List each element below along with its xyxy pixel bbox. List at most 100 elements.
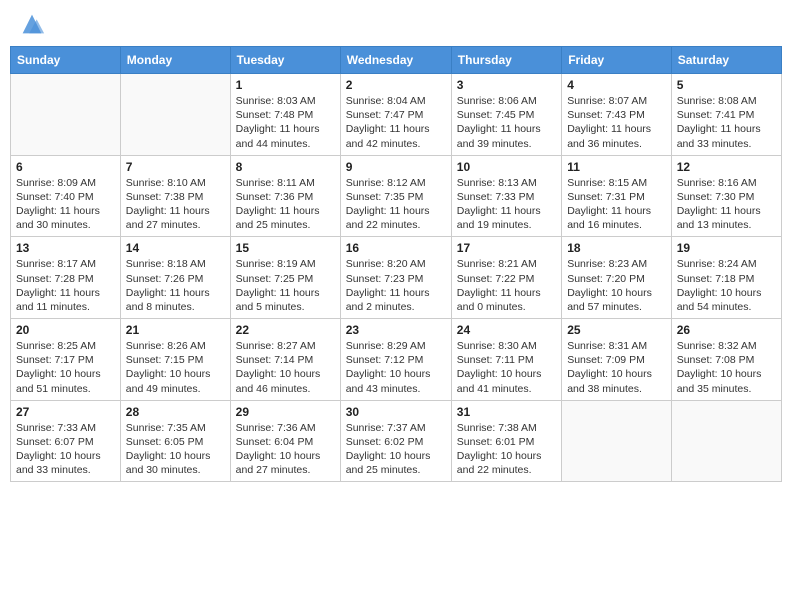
day-number: 19 <box>677 241 776 255</box>
day-content: Sunrise: 8:26 AM Sunset: 7:15 PM Dayligh… <box>126 339 225 396</box>
calendar-cell <box>11 74 121 156</box>
day-content: Sunrise: 8:20 AM Sunset: 7:23 PM Dayligh… <box>346 257 446 314</box>
calendar-table: SundayMondayTuesdayWednesdayThursdayFrid… <box>10 46 782 482</box>
day-number: 21 <box>126 323 225 337</box>
day-number: 16 <box>346 241 446 255</box>
calendar-cell: 15Sunrise: 8:19 AM Sunset: 7:25 PM Dayli… <box>230 237 340 319</box>
day-header-saturday: Saturday <box>671 47 781 74</box>
calendar-cell: 8 Sunrise: 8:11 AM Sunset: 7:36 PM Daylig… <box>230 155 340 237</box>
day-number: 23 <box>346 323 446 337</box>
calendar-cell: 31 Sunrise: 7:38 AM Sunset: 6:01 PM Dayli… <box>451 400 561 482</box>
day-content: Sunrise: 8:15 AM Sunset: 7:31 PM Dayligh… <box>567 176 666 233</box>
calendar-cell: 6 Sunrise: 8:09 AM Sunset: 7:40 PM Daylig… <box>11 155 121 237</box>
day-number: 22 <box>236 323 335 337</box>
calendar-cell: 5 Sunrise: 8:08 AM Sunset: 7:41 PM Daylig… <box>671 74 781 156</box>
calendar-week-2: 6 Sunrise: 8:09 AM Sunset: 7:40 PM Daylig… <box>11 155 782 237</box>
day-content: Sunrise: 8:06 AM Sunset: 7:45 PM Dayligh… <box>457 94 556 151</box>
day-content: Sunrise: 8:32 AM Sunset: 7:08 PM Dayligh… <box>677 339 776 396</box>
calendar-cell: 18 Sunrise: 8:23 AM Sunset: 7:20 PM Dayli… <box>562 237 672 319</box>
day-header-sunday: Sunday <box>11 47 121 74</box>
day-content: Sunrise: 7:35 AM Sunset: 6:05 PM Dayligh… <box>126 421 225 478</box>
calendar-cell: 28 Sunrise: 7:35 AM Sunset: 6:05 PM Dayli… <box>120 400 230 482</box>
day-content: Sunrise: 8:07 AM Sunset: 7:43 PM Dayligh… <box>567 94 666 151</box>
day-number: 1 <box>236 78 335 92</box>
day-number: 10 <box>457 160 556 174</box>
calendar-cell <box>562 400 672 482</box>
logo <box>14 10 46 38</box>
day-number: 27 <box>16 405 115 419</box>
day-number: 9 <box>346 160 446 174</box>
day-content: Sunrise: 8:30 AM Sunset: 7:11 PM Dayligh… <box>457 339 556 396</box>
day-number: 29 <box>236 405 335 419</box>
day-number: 3 <box>457 78 556 92</box>
day-header-thursday: Thursday <box>451 47 561 74</box>
day-number: 6 <box>16 160 115 174</box>
day-content: Sunrise: 8:29 AM Sunset: 7:12 PM Dayligh… <box>346 339 446 396</box>
day-number: 25 <box>567 323 666 337</box>
day-header-friday: Friday <box>562 47 672 74</box>
page-header <box>10 10 782 38</box>
day-number: 8 <box>236 160 335 174</box>
day-header-wednesday: Wednesday <box>340 47 451 74</box>
calendar-week-1: 1Sunrise: 8:03 AM Sunset: 7:48 PM Daylig… <box>11 74 782 156</box>
day-number: 2 <box>346 78 446 92</box>
calendar-cell: 27 Sunrise: 7:33 AM Sunset: 6:07 PM Dayli… <box>11 400 121 482</box>
calendar-cell: 26 Sunrise: 8:32 AM Sunset: 7:08 PM Dayli… <box>671 319 781 401</box>
calendar-cell: 7 Sunrise: 8:10 AM Sunset: 7:38 PM Daylig… <box>120 155 230 237</box>
calendar-week-3: 13Sunrise: 8:17 AM Sunset: 7:28 PM Dayli… <box>11 237 782 319</box>
calendar-cell: 25 Sunrise: 8:31 AM Sunset: 7:09 PM Dayli… <box>562 319 672 401</box>
calendar-cell: 19 Sunrise: 8:24 AM Sunset: 7:18 PM Dayli… <box>671 237 781 319</box>
calendar-cell: 17Sunrise: 8:21 AM Sunset: 7:22 PM Dayli… <box>451 237 561 319</box>
calendar-cell: 11 Sunrise: 8:15 AM Sunset: 7:31 PM Dayli… <box>562 155 672 237</box>
day-content: Sunrise: 8:08 AM Sunset: 7:41 PM Dayligh… <box>677 94 776 151</box>
calendar-cell: 23 Sunrise: 8:29 AM Sunset: 7:12 PM Dayli… <box>340 319 451 401</box>
calendar-cell: 20Sunrise: 8:25 AM Sunset: 7:17 PM Dayli… <box>11 319 121 401</box>
calendar-header-row: SundayMondayTuesdayWednesdayThursdayFrid… <box>11 47 782 74</box>
day-content: Sunrise: 8:04 AM Sunset: 7:47 PM Dayligh… <box>346 94 446 151</box>
calendar-cell: 30 Sunrise: 7:37 AM Sunset: 6:02 PM Dayli… <box>340 400 451 482</box>
calendar-cell: 22Sunrise: 8:27 AM Sunset: 7:14 PM Dayli… <box>230 319 340 401</box>
calendar-cell <box>120 74 230 156</box>
calendar-cell: 9Sunrise: 8:12 AM Sunset: 7:35 PM Daylig… <box>340 155 451 237</box>
calendar-cell: 13Sunrise: 8:17 AM Sunset: 7:28 PM Dayli… <box>11 237 121 319</box>
calendar-cell: 3 Sunrise: 8:06 AM Sunset: 7:45 PM Daylig… <box>451 74 561 156</box>
day-content: Sunrise: 8:31 AM Sunset: 7:09 PM Dayligh… <box>567 339 666 396</box>
day-number: 7 <box>126 160 225 174</box>
day-number: 11 <box>567 160 666 174</box>
calendar-cell: 14Sunrise: 8:18 AM Sunset: 7:26 PM Dayli… <box>120 237 230 319</box>
day-number: 26 <box>677 323 776 337</box>
day-content: Sunrise: 8:24 AM Sunset: 7:18 PM Dayligh… <box>677 257 776 314</box>
calendar-cell <box>671 400 781 482</box>
day-number: 24 <box>457 323 556 337</box>
calendar-cell: 12Sunrise: 8:16 AM Sunset: 7:30 PM Dayli… <box>671 155 781 237</box>
calendar-cell: 16 Sunrise: 8:20 AM Sunset: 7:23 PM Dayli… <box>340 237 451 319</box>
calendar-week-5: 27 Sunrise: 7:33 AM Sunset: 6:07 PM Dayli… <box>11 400 782 482</box>
day-content: Sunrise: 8:21 AM Sunset: 7:22 PM Dayligh… <box>457 257 556 314</box>
day-content: Sunrise: 8:18 AM Sunset: 7:26 PM Dayligh… <box>126 257 225 314</box>
day-content: Sunrise: 8:11 AM Sunset: 7:36 PM Dayligh… <box>236 176 335 233</box>
day-content: Sunrise: 8:10 AM Sunset: 7:38 PM Dayligh… <box>126 176 225 233</box>
day-content: Sunrise: 7:37 AM Sunset: 6:02 PM Dayligh… <box>346 421 446 478</box>
day-content: Sunrise: 8:09 AM Sunset: 7:40 PM Dayligh… <box>16 176 115 233</box>
day-content: Sunrise: 7:33 AM Sunset: 6:07 PM Dayligh… <box>16 421 115 478</box>
calendar-cell: 21 Sunrise: 8:26 AM Sunset: 7:15 PM Dayli… <box>120 319 230 401</box>
day-number: 12 <box>677 160 776 174</box>
day-header-monday: Monday <box>120 47 230 74</box>
calendar-cell: 2 Sunrise: 8:04 AM Sunset: 7:47 PM Daylig… <box>340 74 451 156</box>
day-header-tuesday: Tuesday <box>230 47 340 74</box>
calendar-cell: 10Sunrise: 8:13 AM Sunset: 7:33 PM Dayli… <box>451 155 561 237</box>
day-number: 4 <box>567 78 666 92</box>
day-number: 28 <box>126 405 225 419</box>
day-content: Sunrise: 8:19 AM Sunset: 7:25 PM Dayligh… <box>236 257 335 314</box>
day-content: Sunrise: 8:17 AM Sunset: 7:28 PM Dayligh… <box>16 257 115 314</box>
calendar-week-4: 20Sunrise: 8:25 AM Sunset: 7:17 PM Dayli… <box>11 319 782 401</box>
day-number: 30 <box>346 405 446 419</box>
calendar-cell: 4 Sunrise: 8:07 AM Sunset: 7:43 PM Daylig… <box>562 74 672 156</box>
day-number: 18 <box>567 241 666 255</box>
logo-icon <box>18 10 46 38</box>
day-content: Sunrise: 8:23 AM Sunset: 7:20 PM Dayligh… <box>567 257 666 314</box>
calendar-cell: 29Sunrise: 7:36 AM Sunset: 6:04 PM Dayli… <box>230 400 340 482</box>
day-content: Sunrise: 7:38 AM Sunset: 6:01 PM Dayligh… <box>457 421 556 478</box>
day-number: 5 <box>677 78 776 92</box>
day-number: 31 <box>457 405 556 419</box>
